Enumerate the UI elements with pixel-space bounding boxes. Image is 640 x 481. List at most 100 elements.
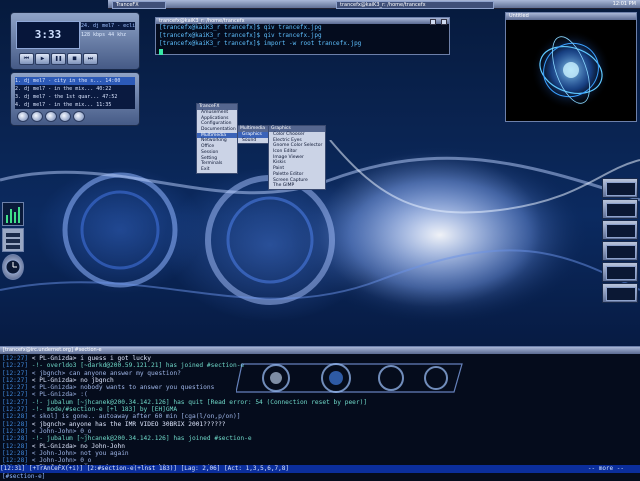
memory-bars-icon xyxy=(6,233,20,249)
playlist-misc-button[interactable] xyxy=(59,111,71,122)
irc-message: [12:28] < skol] is gone.. autoaway after… xyxy=(2,413,638,420)
minimize-icon[interactable] xyxy=(430,19,436,25)
dockapp-screen xyxy=(606,287,636,301)
irc-message-text: < PL-Gnizda> no jbgnch xyxy=(28,376,114,384)
close-icon[interactable] xyxy=(441,19,447,25)
irc-message: [12:28] < John-John> not you again xyxy=(2,450,638,457)
menu-item-the-gimp[interactable]: The GIMP xyxy=(269,183,325,189)
clock-icon xyxy=(5,259,21,275)
irc-message: [12:28] < PL-Gnizda> no John-John xyxy=(2,443,638,450)
dockapp-network[interactable] xyxy=(602,220,638,240)
dockapp-monitor[interactable] xyxy=(602,199,638,219)
irc-message-text: < PL-Gnizda> i guess i got lucky xyxy=(28,355,152,362)
irc-timestamp: [12:28] xyxy=(2,420,29,428)
irc-message: [12:27] -!- mode/#section-e [+l 183] by … xyxy=(2,406,638,413)
dockapp-volume[interactable] xyxy=(602,262,638,282)
song-title-scroller: 24. dj mel7 - eclipse xyxy=(81,22,135,30)
irc-status-bar: [12:31] [+TrAnCeFX(+i)] [2:#section-e(+l… xyxy=(0,465,640,473)
terminal-cursor xyxy=(159,48,163,55)
menu-item-exit[interactable]: Exit xyxy=(197,167,237,173)
terminal-line: [trancefx@kaiK3_r trancefx]$ import -w r… xyxy=(159,40,362,47)
dockapp-logo[interactable] xyxy=(602,178,638,198)
playlist-select-button[interactable] xyxy=(45,111,57,122)
clock-dockapp[interactable] xyxy=(2,254,24,280)
more-indicator: -- more -- xyxy=(587,465,624,472)
playlist-list-button[interactable] xyxy=(73,111,85,122)
irc-timestamp: [12:27] xyxy=(2,398,29,406)
cpu-monitor-dockapp[interactable] xyxy=(2,202,24,226)
multimedia-submenu: Multimedia Graphics Sound xyxy=(237,125,269,145)
taskbar-item-label: trancefx@kaiK3_r: /home/trancefx xyxy=(340,2,426,8)
panel-clock: 12:01 PM xyxy=(612,1,636,7)
irc-message-text: -!- overldo3 [~darkd@200.59.121.21] has … xyxy=(28,362,245,370)
stop-button[interactable]: ■ xyxy=(67,53,82,65)
irc-message: [12:28] < John-John> 0_o xyxy=(2,457,638,464)
dockapp-screen xyxy=(606,224,636,238)
next-button[interactable]: ⏭ xyxy=(83,53,98,65)
taskbar-item-terminal[interactable]: trancefx@kaiK3_r: /home/trancefx xyxy=(336,1,494,9)
playlist-item[interactable]: 2. dj mel7 - in the mix... 40:22 xyxy=(15,85,135,93)
irc-timestamp: [12:28] xyxy=(2,442,29,450)
preview-image xyxy=(531,30,611,110)
irc-message-text: -!- mode/#section-e [+l 183] by [EH]GMA xyxy=(28,406,178,414)
irc-message: [12:28] -!- jubalum [~jhcanek@200.34.142… xyxy=(2,435,638,442)
previous-button[interactable]: ⏮ xyxy=(19,53,34,65)
dockapp-screen xyxy=(606,245,636,259)
terminal-prompt-line xyxy=(156,48,449,56)
irc-message-text: < PL-Gnizda> no John-John xyxy=(28,442,125,450)
menu-item-documentation[interactable]: Documentation xyxy=(197,127,237,133)
irc-timestamp: [12:27] xyxy=(2,391,29,399)
dockapp-load[interactable] xyxy=(602,283,638,303)
playlist-item[interactable]: 3. dj mel7 - the 1st quar... 47:52 xyxy=(15,93,135,101)
dockapp-screen xyxy=(606,182,636,196)
image-preview-window[interactable]: Untitled xyxy=(505,12,637,122)
memory-dockapp[interactable] xyxy=(2,228,24,252)
irc-timestamp: [12:28] xyxy=(2,457,29,465)
irc-message-text: < John-John> 0_o xyxy=(28,457,92,465)
dockapp-screen xyxy=(606,266,636,280)
top-taskbar: TranceFX trancefx@kaiK3_r: /home/trancef… xyxy=(108,0,640,9)
irc-message-text: < jbgnch> anyone has the IMR VIDEO 30BRI… xyxy=(28,420,226,428)
irc-timestamp: [12:28] xyxy=(2,413,29,421)
menu-item-sound[interactable]: Sound xyxy=(238,138,268,144)
irc-message-text: < PL-Gnizda> :( xyxy=(28,391,88,399)
irc-message-text: < John-John> 0_o xyxy=(28,427,92,435)
play-button[interactable]: ▶ xyxy=(35,53,50,65)
irc-message: [12:28] < jbgnch> anyone has the IMR VID… xyxy=(2,421,638,428)
irc-timestamp: [12:27] xyxy=(2,376,29,384)
preview-titlebar[interactable]: Untitled xyxy=(506,13,636,20)
graphics-submenu: Graphics Color Chooser Electric Eyes Gno… xyxy=(268,125,326,190)
right-dock xyxy=(602,178,638,308)
playlist-item[interactable]: 4. dj mel7 - in the mix... 11:35 xyxy=(15,101,135,109)
irc-status-text: [12:31] [+TrAnCeFX(+i)] [2:#section-e(+l… xyxy=(0,465,289,472)
irc-message-text: < jbgnch> can anyone answer my question? xyxy=(28,369,181,377)
track-time-display: 3:33 xyxy=(16,21,80,49)
dockapp-mail[interactable] xyxy=(602,241,638,261)
playlist-add-button[interactable] xyxy=(17,111,29,122)
irc-timestamp: [12:27] xyxy=(2,369,29,377)
irc-message-text: -!- jubalum [~jhcanek@200.34.142.126] ha… xyxy=(28,435,252,443)
playlist-item[interactable]: 1. dj mel7 - city in the s... 14:00 xyxy=(15,77,135,85)
bitrate-label: 128 kbps 44 khz xyxy=(81,32,127,38)
playlist-remove-button[interactable] xyxy=(31,111,43,122)
irc-message-text: < skol] is gone.. autoaway after 60 min … xyxy=(28,413,241,421)
pause-button[interactable]: ❚❚ xyxy=(51,53,66,65)
xmms-player: 3:33 24. dj mel7 - eclipse 128 kbps 44 k… xyxy=(10,12,140,126)
xmms-main-window[interactable]: 3:33 24. dj mel7 - eclipse 128 kbps 44 k… xyxy=(10,12,140,70)
irc-timestamp: [12:27] xyxy=(2,384,29,392)
dockapp-screen xyxy=(606,203,636,217)
decorative-banner xyxy=(236,363,463,393)
cpu-graph-icon xyxy=(6,207,20,223)
irc-message-text: < PL-Gnizda> nobody wants to answer you … xyxy=(28,384,215,392)
terminal-window[interactable]: trancefx@kaiK3_r: /home/trancefx [trance… xyxy=(155,17,450,55)
irc-timestamp: [12:28] xyxy=(2,435,29,443)
taskbar-item-trancefx[interactable]: TranceFX xyxy=(112,1,166,9)
taskbar-item-label: TranceFX xyxy=(116,2,139,8)
root-menu: TranceFX Amusement Applications Configur… xyxy=(196,103,238,174)
terminal-line: [trancefx@kaiK3_r trancefx]$ qiv trancef… xyxy=(159,24,322,31)
irc-timestamp: [12:27] xyxy=(2,362,29,370)
irc-titlebar[interactable]: [trancefx@irc.undernet.org] #section-e xyxy=(0,347,640,354)
irc-timestamp: [12:27] xyxy=(2,355,29,362)
terminal-line: [trancefx@kaiK3_r trancefx]$ qiv trancef… xyxy=(159,32,322,39)
left-dock xyxy=(2,202,24,282)
